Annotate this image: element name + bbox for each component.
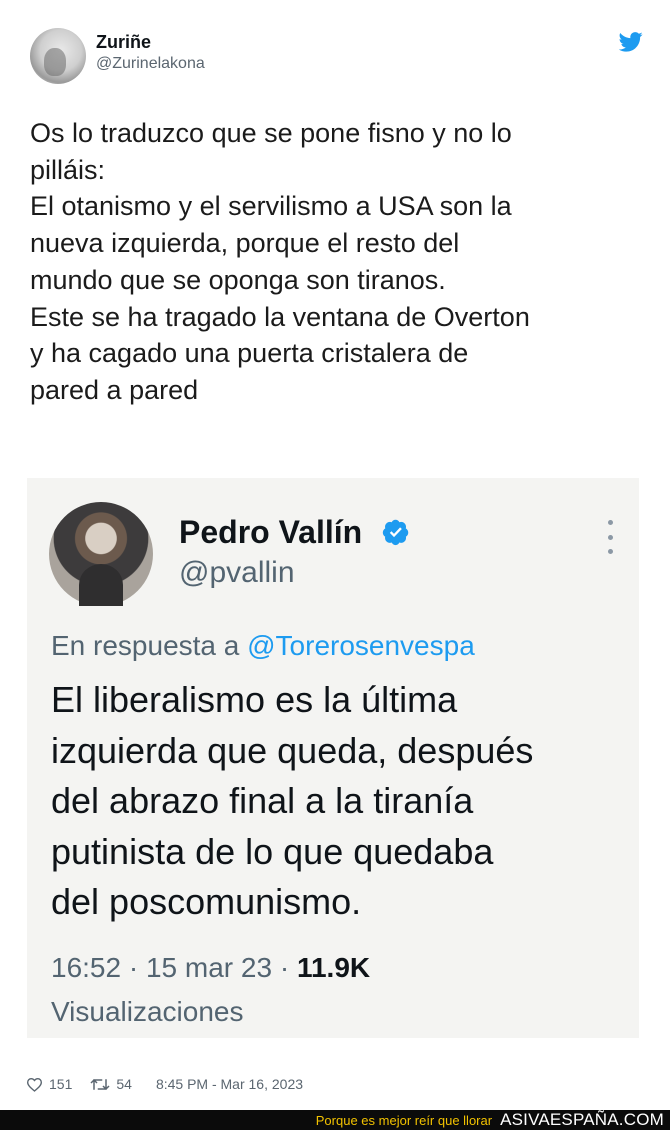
embedded-tweet-text: El liberalismo es la última izquierda qu… [51,679,534,922]
embedded-tweet-screenshot: Pedro Vallín @pvallin En respuesta a @To… [27,478,639,1038]
like-count: 151 [49,1076,73,1092]
embedded-author-handle: @pvallin [179,556,295,589]
tweet-timestamp[interactable]: 8:45 PM - Mar 16, 2023 [156,1076,303,1092]
author-name[interactable]: Zuriñe [96,32,151,53]
twitter-bird-icon[interactable] [619,32,643,52]
embedded-tweet-views-count: 11.9K [296,952,371,983]
reply-mention: @Torerosenvespa [247,630,475,661]
tweet-header: Zuriñe @Zurinelakona [0,0,670,100]
more-vertical-icon [605,520,615,554]
embedded-author-name: Pedro Vallín [179,514,363,550]
embedded-tweet-time: 16:52 [51,952,122,983]
embedded-tweet-views-label: Visualizaciones [51,996,244,1027]
tweet-actions: 151 54 8:45 PM - Mar 16, 2023 [26,1074,303,1094]
site-footer-banner: Porque es mejor reír que llorar ASIVAESP… [0,1110,670,1130]
meta-separator: · [128,952,146,983]
author-avatar[interactable] [30,28,86,84]
embedded-tweet-date: 15 mar 23 [145,952,273,983]
tweet-text: Os lo traduzco que se pone fisno y no lo… [30,118,530,405]
footer-tagline: Porque es mejor reír que llorar [315,1112,493,1128]
embedded-author-avatar [49,502,153,606]
reply-context: En respuesta a @Torerosenvespa [51,630,475,662]
footer-brand[interactable]: ASIVAESPAÑA.COM [500,1110,664,1130]
retweet-icon[interactable] [90,1077,110,1092]
meta-separator: · [279,952,297,983]
author-handle[interactable]: @Zurinelakona [96,55,205,73]
verified-badge-icon [382,519,409,546]
retweet-count: 54 [116,1076,132,1092]
heart-icon[interactable] [26,1077,43,1092]
reply-prefix: En respuesta a [51,630,240,661]
embedded-tweet-meta: 16:52 · 15 mar 23 · 11.9K [51,952,370,984]
